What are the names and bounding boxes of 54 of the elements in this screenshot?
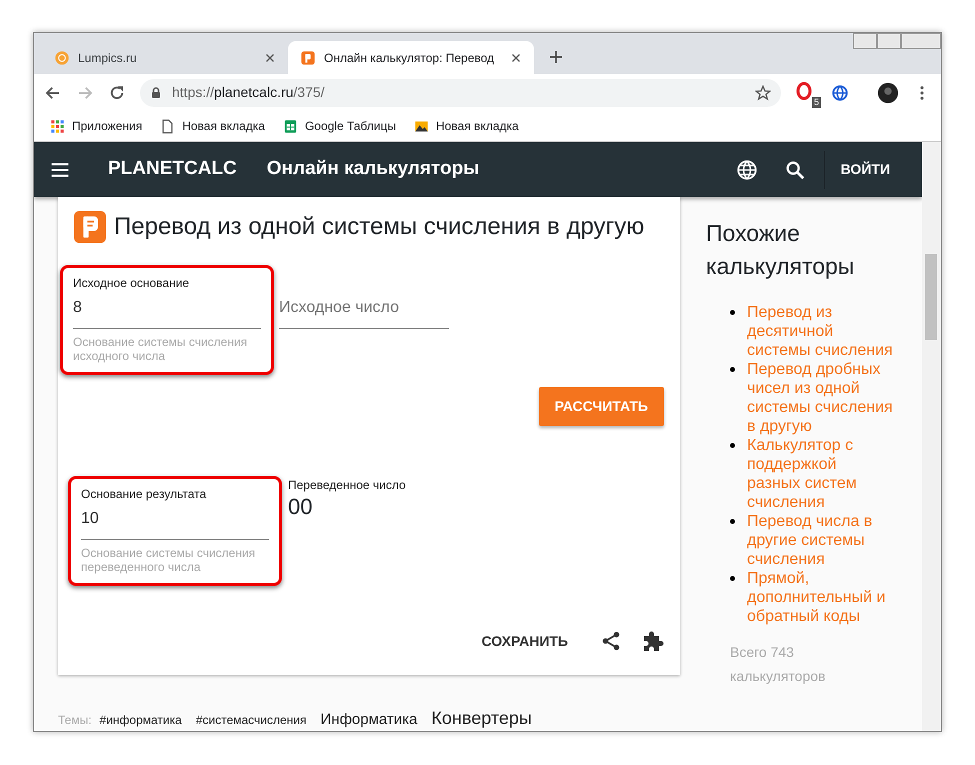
bookmark-link[interactable]: Новая вкладка [160, 117, 265, 135]
site-title: Онлайн калькуляторы [266, 157, 480, 182]
spreadsheet-icon [282, 118, 298, 134]
field-label: Исходное основание [73, 275, 190, 292]
bookmark-link[interactable]: Новая вкладка [414, 117, 519, 135]
browser-tab[interactable]: Онлайн калькулятор: Перевод [288, 41, 534, 74]
avatar-icon[interactable] [877, 82, 899, 104]
globe-icon[interactable] [831, 84, 849, 102]
url-text: https://planetcalc.ru/375/ [172, 83, 326, 102]
reload-icon[interactable] [108, 84, 126, 102]
browser-tab[interactable]: Lumpics.ru [42, 41, 288, 74]
topic-tag[interactable]: Информатика [320, 709, 418, 731]
bullet-icon [730, 576, 735, 581]
lock-icon [150, 86, 162, 98]
image-icon [414, 118, 429, 134]
output-label: Переведенное число [288, 476, 406, 494]
topics-label: Темы: [58, 712, 92, 729]
extension-badge: 5 [812, 96, 821, 108]
opera-icon [795, 82, 813, 100]
bullet-icon [730, 519, 735, 524]
bullet-icon [730, 310, 735, 315]
input-field[interactable]: Исходное число [279, 292, 449, 329]
calculator-title: Перевод из одной системы счисления в другую [114, 212, 644, 242]
apps-icon [50, 118, 65, 134]
page-icon [160, 118, 176, 134]
site-logo-text[interactable]: PLANETCALC [108, 155, 237, 184]
topic-tag[interactable]: #информатика [100, 711, 182, 729]
tab-favicon-icon [54, 50, 70, 66]
topic-tag[interactable]: #системасчисления [196, 711, 306, 729]
output-value: 00 [288, 494, 314, 520]
field-hint: Основание системы счисления переведенного числа [81, 546, 256, 575]
field-label: Основание результата [81, 486, 208, 503]
bookmark-link[interactable]: Google Таблицы [282, 117, 396, 135]
field-hint: Основание системы счисления исходного числа [73, 335, 248, 364]
new-tab-icon[interactable] [548, 49, 564, 65]
login-button[interactable]: ВОЙТИ [824, 150, 906, 188]
search-icon[interactable] [784, 158, 806, 180]
total-count-text: Всего 743 калькуляторов [730, 643, 826, 686]
planetcalc-logo-icon [74, 211, 106, 243]
share-icon[interactable] [600, 630, 622, 652]
bookmark-link[interactable]: Приложения [50, 117, 142, 135]
save-button[interactable]: СОХРАНИТЬ [476, 630, 574, 652]
scrollbar-thumb[interactable] [925, 254, 937, 340]
topic-tag[interactable]: Конвертеры [431, 705, 532, 731]
bullet-icon [730, 443, 735, 448]
input-field[interactable]: 10 [81, 502, 269, 540]
star-icon[interactable] [755, 84, 771, 100]
sidebar-title: Похожие калькуляторы [706, 219, 856, 281]
close-icon[interactable] [264, 52, 276, 64]
close-icon[interactable] [510, 52, 522, 64]
bullet-icon [730, 367, 735, 372]
tab-favicon-icon [300, 50, 316, 66]
input-field[interactable]: 8 [73, 292, 261, 329]
address-bar[interactable]: https://planetcalc.ru/375/ [140, 78, 781, 106]
